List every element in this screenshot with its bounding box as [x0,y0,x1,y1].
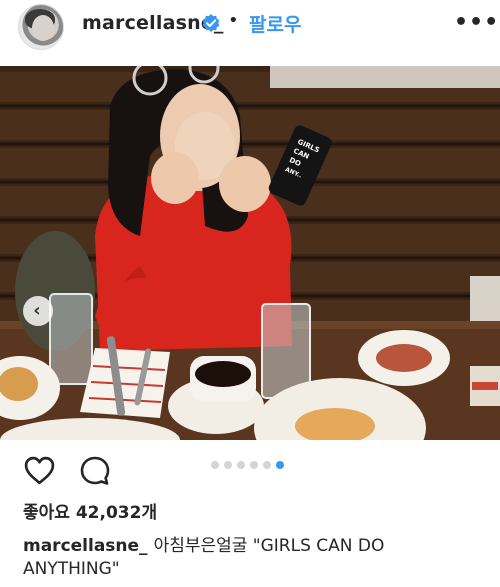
post-actions [0,450,500,494]
carousel-dot [263,461,271,469]
carousel-dot-active [276,461,284,469]
caption-username[interactable]: marcellasne_ [23,536,148,556]
likes-count[interactable]: 좋아요 42,032개 [23,498,157,523]
comment-icon[interactable] [79,455,111,487]
avatar-face [32,15,54,41]
carousel-dot [237,461,245,469]
separator-dot: • [228,10,239,31]
avatar[interactable] [18,4,64,50]
post-photo[interactable]: GIRLS CAN DO ANY.. ‹ [0,66,500,440]
carousel-indicator [211,461,284,469]
photo-scene: GIRLS CAN DO ANY.. [0,66,500,440]
caption: marcellasne_ 아침부은얼굴 "GIRLS CAN DO ANYTHIN… [23,535,483,581]
carousel-dot [211,461,219,469]
chevron-left-icon: ‹ [33,300,41,321]
carousel-dot [250,461,258,469]
heart-icon[interactable] [23,454,56,487]
more-options-button[interactable]: ••• [454,10,499,35]
follow-button[interactable]: 팔로우 [249,10,301,37]
previous-photo-button[interactable]: ‹ [23,296,53,326]
verified-badge-icon [202,14,220,32]
post-header: marcellasne_ • 팔로우 ••• [0,0,500,62]
carousel-dot [224,461,232,469]
